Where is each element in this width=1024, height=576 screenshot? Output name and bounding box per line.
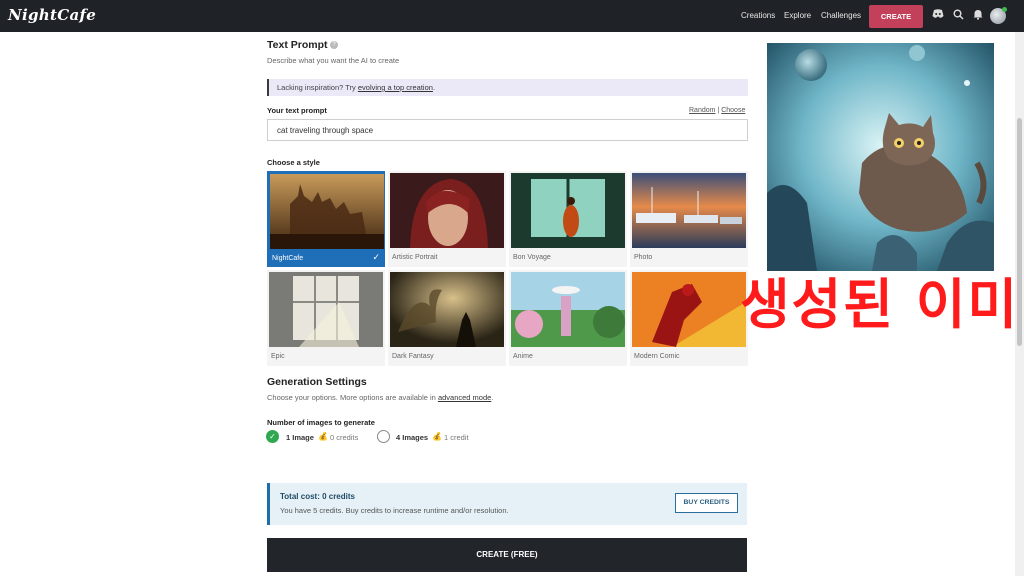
anime-thumbnail xyxy=(511,272,625,347)
option-4-images-radio[interactable] xyxy=(377,430,390,443)
generation-settings-heading: Generation Settings xyxy=(267,376,367,388)
image-count-label: Number of images to generate xyxy=(267,418,375,427)
nav-creations[interactable]: Creations xyxy=(741,11,775,20)
total-cost-title: Total cost: 0 credits xyxy=(280,492,355,501)
nightcafe-logo[interactable]: NightCafe xyxy=(8,6,96,24)
scrollbar-thumb[interactable] xyxy=(1017,118,1022,346)
option-1-image-label[interactable]: 1 Image xyxy=(286,433,314,442)
style-caption: Epic xyxy=(271,353,285,360)
random-link[interactable]: Random xyxy=(689,107,715,114)
style-heading: Choose a style xyxy=(267,158,320,167)
create-button[interactable]: CREATE xyxy=(869,5,923,28)
style-tile-modern-comic[interactable]: Modern Comic xyxy=(630,270,748,366)
generated-cat-image xyxy=(767,43,994,271)
coin-icon: 💰 xyxy=(432,432,442,441)
style-caption: Anime xyxy=(513,353,533,360)
style-caption: Artistic Portrait xyxy=(392,254,438,261)
modern-comic-thumbnail xyxy=(632,272,746,347)
prompt-input[interactable] xyxy=(267,119,748,141)
style-caption: Photo xyxy=(634,254,653,261)
nav-explore[interactable]: Explore xyxy=(784,11,811,20)
dark-fantasy-thumbnail xyxy=(390,272,504,347)
create-free-button[interactable]: CREATE (FREE) xyxy=(267,538,747,572)
epic-thumbnail xyxy=(269,272,383,347)
portrait-thumbnail xyxy=(390,173,504,248)
nav-challenges[interactable]: Challenges xyxy=(821,11,861,20)
banner-text: Lacking inspiration? Try xyxy=(277,83,358,92)
bell-icon[interactable] xyxy=(971,9,985,24)
option-1-image-radio[interactable]: ✓ xyxy=(266,430,279,443)
text-prompt-heading: Text Prompt xyxy=(267,39,328,51)
help-icon[interactable]: ? xyxy=(330,41,338,49)
style-tile-epic[interactable]: Epic xyxy=(267,270,385,366)
style-caption: Dark Fantasy xyxy=(392,353,434,360)
banner-period: . xyxy=(432,83,436,92)
top-navbar: NightCafe Creations Explore Challenges C… xyxy=(0,0,1024,32)
generated-image-caption: 생성된 이미지 xyxy=(740,273,1024,336)
total-cost-box: Total cost: 0 credits You have 5 credits… xyxy=(267,483,747,525)
generation-description: Choose your options. More options are av… xyxy=(267,393,493,402)
inspiration-banner: Lacking inspiration? Try evolving a top … xyxy=(267,79,748,96)
option-1-image-cost: 0 credits xyxy=(330,433,359,442)
evolve-link[interactable]: evolving a top creation xyxy=(358,83,433,92)
style-caption: NightCafe xyxy=(272,255,304,262)
photo-thumbnail xyxy=(632,173,746,248)
style-tile-dark-fantasy[interactable]: Dark Fantasy xyxy=(388,270,506,366)
style-caption: Bon Voyage xyxy=(513,254,551,261)
text-prompt-description: Describe what you want the AI to create xyxy=(267,56,400,65)
discord-icon[interactable] xyxy=(931,9,945,23)
prompt-helpers: Random | Choose xyxy=(689,107,745,114)
check-icon: ✓ xyxy=(372,252,380,262)
style-caption: Modern Comic xyxy=(634,353,680,360)
option-4-images-cost: 1 credit xyxy=(444,433,469,442)
prompt-label: Your text prompt xyxy=(267,106,327,115)
option-4-images-label[interactable]: 4 Images xyxy=(396,433,428,442)
separator: | xyxy=(717,107,720,114)
generation-description-text: Choose your options. More options are av… xyxy=(267,393,438,402)
nightcafe-thumbnail xyxy=(270,174,384,249)
style-tile-bon-voyage[interactable]: Bon Voyage xyxy=(509,171,627,267)
buy-credits-button[interactable]: BUY CREDITS xyxy=(675,493,738,513)
generation-description-period: . xyxy=(491,393,494,402)
total-cost-text: You have 5 credits. Buy credits to incre… xyxy=(280,506,509,515)
advanced-mode-link[interactable]: advanced mode xyxy=(438,393,491,402)
online-status-dot xyxy=(1002,7,1007,12)
choose-link[interactable]: Choose xyxy=(721,107,745,114)
bon-voyage-thumbnail xyxy=(511,173,625,248)
coin-icon: 💰 xyxy=(318,432,328,441)
search-icon[interactable] xyxy=(951,9,965,24)
style-tile-photo[interactable]: Photo xyxy=(630,171,748,267)
style-tile-artistic-portrait[interactable]: Artistic Portrait xyxy=(388,171,506,267)
style-tile-nightcafe[interactable]: NightCafe ✓ xyxy=(267,171,385,267)
style-tile-anime[interactable]: Anime xyxy=(509,270,627,366)
